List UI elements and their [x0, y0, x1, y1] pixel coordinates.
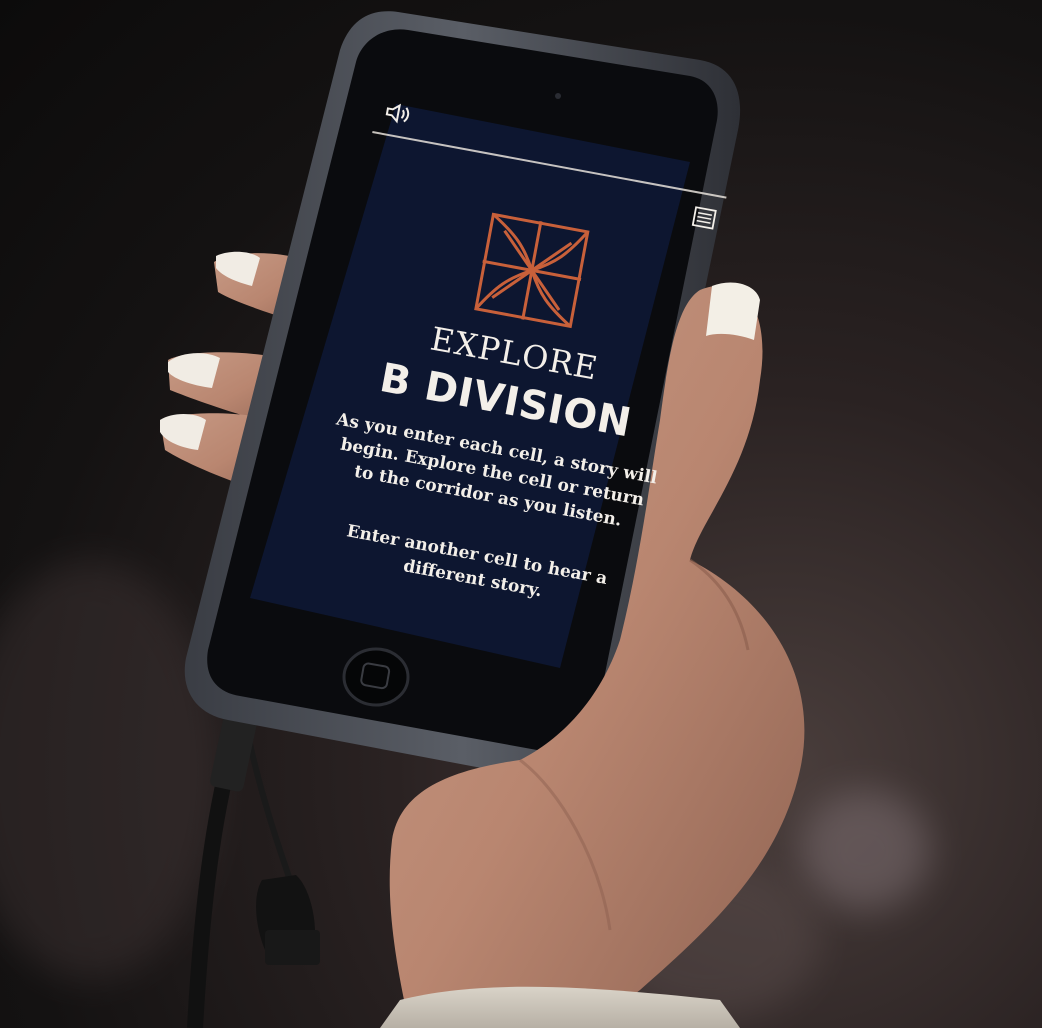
- speaker-icon[interactable]: [382, 99, 414, 128]
- list-icon[interactable]: [690, 205, 718, 231]
- home-button: [342, 647, 410, 707]
- hint-paragraph: Enter another cell to hear a different s…: [345, 521, 609, 602]
- compass-logo-icon: [474, 212, 590, 329]
- headphone-cable: [187, 698, 320, 1028]
